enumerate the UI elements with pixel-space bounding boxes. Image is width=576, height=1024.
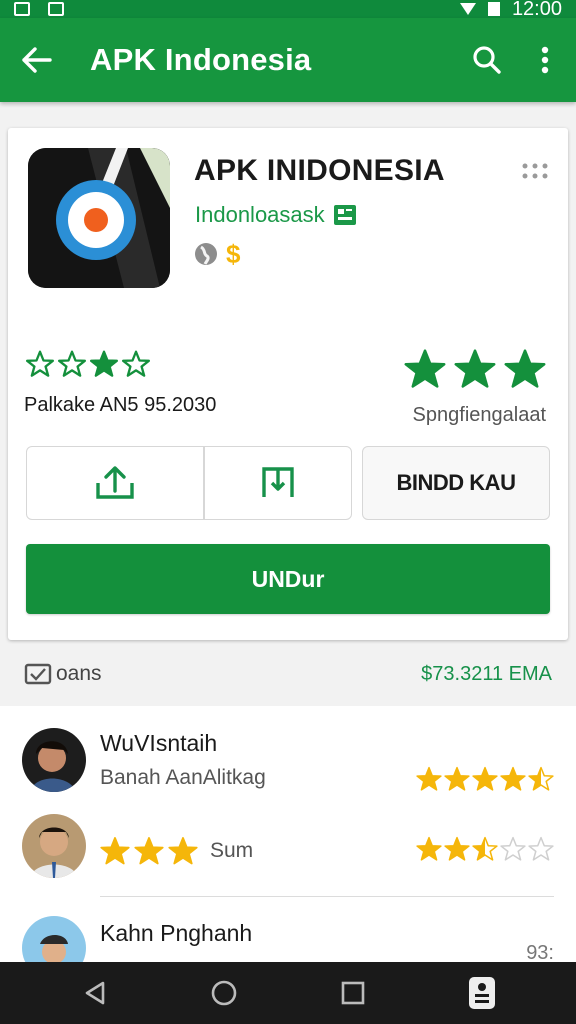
- wishlist-label: BINDD KAU: [396, 470, 516, 495]
- nav-recents-button[interactable]: [323, 963, 383, 1023]
- star-icon: [168, 837, 198, 865]
- app-logo-icon: [28, 148, 170, 288]
- action-button-row: BINDD KAU: [26, 446, 550, 520]
- nav-back-button[interactable]: [65, 963, 125, 1023]
- system-nav-bar: [0, 962, 576, 1024]
- review-stars: [416, 836, 554, 862]
- star-outline-icon: [90, 350, 118, 377]
- battery-icon: [487, 2, 500, 16]
- list-item[interactable]: WuVIsntaih Banah AanAlitkag: [0, 728, 576, 798]
- nav-home-icon: [211, 980, 236, 1006]
- bookmark-button[interactable]: [204, 446, 352, 520]
- reviews-list: WuVIsntaih Banah AanAlitkag Sum Kahn Png…: [0, 706, 576, 980]
- user-photo-icon: [22, 728, 86, 792]
- install-button[interactable]: UNDur: [26, 544, 550, 614]
- dollar-icon: $: [226, 239, 241, 269]
- review-count-label: Spngfiengalaat: [412, 404, 546, 426]
- app-title: APK INIDONESIA: [194, 154, 445, 187]
- clipboard-icon: [468, 977, 495, 1009]
- star-icon: [500, 836, 526, 861]
- card-overflow-button[interactable]: [522, 162, 548, 185]
- star-icon: [416, 836, 442, 861]
- star-icon: [454, 349, 496, 388]
- page-title: APK Indonesia: [90, 42, 312, 77]
- nav-assistant-button[interactable]: [452, 963, 512, 1023]
- star-icon: [416, 766, 442, 791]
- star-icon: [500, 766, 526, 791]
- rating-stars-filled: [404, 348, 546, 390]
- developer-name[interactable]: Indonloasask: [195, 202, 325, 228]
- star-icon: [528, 836, 554, 861]
- notification-icon: [14, 2, 30, 16]
- avatar: [22, 814, 86, 878]
- app-detail-card: APK INIDONESIA Indonloasask $ Palkake AN…: [8, 128, 568, 640]
- star-outline-icon: [122, 350, 150, 377]
- app-meta-row: $: [194, 239, 241, 269]
- image-icon: [48, 2, 64, 16]
- star-icon: [404, 349, 446, 388]
- back-button[interactable]: [0, 18, 74, 102]
- star-icon: [472, 766, 498, 791]
- checkbox-icon: [24, 663, 52, 685]
- star-icon: [134, 837, 164, 865]
- review-inline-text: Sum: [210, 839, 254, 862]
- share-button[interactable]: [26, 446, 204, 520]
- review-inline-rating: Sum: [100, 836, 253, 866]
- section-header: oans $73.3211 EMA: [0, 646, 576, 702]
- list-item[interactable]: Sum: [0, 814, 576, 884]
- avatar: [22, 728, 86, 792]
- nav-home-button[interactable]: [194, 963, 254, 1023]
- wifi-icon: [459, 3, 476, 15]
- overflow-menu-button[interactable]: [516, 18, 574, 102]
- section-price: $73.3211 EMA: [421, 662, 552, 685]
- divider: [100, 896, 554, 897]
- star-icon: [100, 837, 130, 865]
- rating-stars-outline: [26, 350, 150, 378]
- rating-text: Palkake AN5 95.2030: [24, 394, 217, 416]
- search-button[interactable]: [458, 18, 516, 102]
- star-outline-icon: [58, 350, 86, 377]
- screen: 12:00 APK Indonesia APK INIDONESIA Indon…: [0, 0, 576, 1024]
- star-icon: [444, 766, 470, 791]
- nav-recents-icon: [341, 981, 364, 1005]
- reviewer-name: Kahn Pnghanh: [100, 920, 253, 946]
- star-icon: [528, 766, 554, 791]
- star-icon: [444, 836, 470, 861]
- review-stars: [416, 766, 554, 792]
- status-bar: 12:00: [0, 0, 576, 20]
- more-vert-icon: [541, 46, 549, 74]
- star-icon: [472, 836, 498, 861]
- developer-row[interactable]: Indonloasask: [195, 202, 357, 228]
- review-subtitle: Banah AanAlitkag: [100, 766, 266, 789]
- section-label: oans: [56, 662, 102, 685]
- wishlist-button[interactable]: BINDD KAU: [362, 446, 550, 520]
- star-icon: [504, 349, 546, 388]
- reviewer-name: WuVIsntaih: [100, 730, 218, 756]
- section-title[interactable]: oans: [24, 662, 102, 686]
- search-icon: [473, 46, 501, 74]
- share-icon: [96, 466, 134, 499]
- bookmark-icon: [262, 467, 294, 497]
- star-outline-icon: [26, 350, 54, 377]
- more-dots-icon: [522, 163, 548, 179]
- verified-badge-icon: [333, 205, 356, 225]
- nav-back-icon: [85, 981, 104, 1005]
- inline-stars: [100, 836, 198, 866]
- app-icon[interactable]: [28, 148, 170, 288]
- arrow-back-icon: [22, 47, 52, 73]
- user-photo-icon: [22, 814, 86, 878]
- globe-icon: [195, 243, 217, 265]
- app-bar: APK Indonesia: [0, 18, 576, 102]
